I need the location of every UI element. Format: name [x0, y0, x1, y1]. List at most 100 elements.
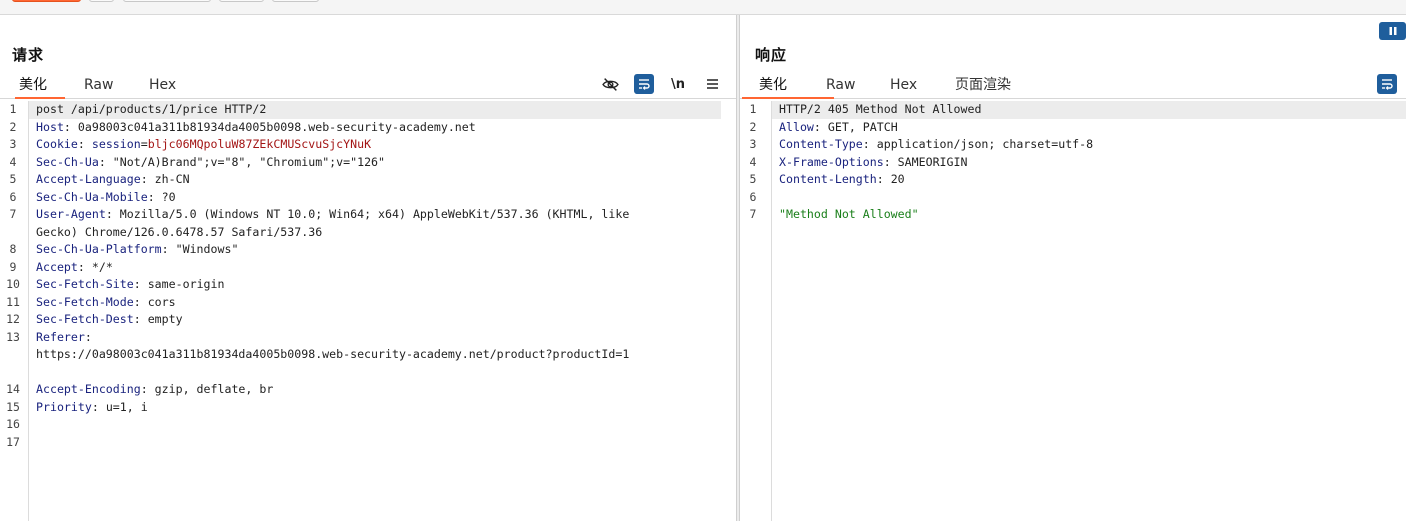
- code-text: Referer:: [29, 329, 736, 347]
- code-line[interactable]: 7 User-Agent: Mozilla/5.0 (Windows NT 10.…: [10, 206, 736, 224]
- code-line[interactable]: 7 "Method Not Allowed": [750, 206, 1406, 224]
- request-tab-pretty[interactable]: 美化: [15, 75, 65, 99]
- line-number: 15: [6, 399, 20, 414]
- code-line[interactable]: 2 Host: 0a98003c041a311b81934da4005b0098.…: [10, 119, 736, 137]
- line-number: 6: [9, 189, 17, 204]
- line-number: 5: [749, 172, 757, 186]
- header-separator: :: [105, 207, 120, 221]
- header-name: Sec-Ch-Ua-Mobile: [36, 189, 148, 204]
- line-number: 4: [749, 154, 757, 169]
- code-line[interactable]: 6 Sec-Ch-Ua-Mobile: ?0: [10, 189, 736, 207]
- header-name: Sec-Fetch-Mode: [36, 294, 134, 309]
- cookie-value: bljc06MQpoluW87ZEkCMUScvuSjcYNuK: [147, 137, 372, 151]
- code-text: Accept-Encoding: gzip, deflate, br: [29, 381, 736, 399]
- code-text: Content-Type: application/json; charset=…: [772, 136, 1406, 154]
- newline-toggle[interactable]: \n: [668, 74, 688, 94]
- code-line[interactable]: 1 HTTP/2 405 Method Not Allowed: [750, 101, 1406, 119]
- header-separator: :: [161, 242, 176, 256]
- code-line[interactable]: 14 Accept-Encoding: gzip, deflate, br: [6, 381, 736, 399]
- header-value: cors: [147, 294, 176, 309]
- header-separator: :: [91, 399, 106, 414]
- header-value: 0a98003c041a311b81934da4005b0098.web-sec…: [77, 119, 476, 134]
- header-separator: :: [77, 137, 92, 151]
- code-line[interactable]: [29, 364, 736, 382]
- header-value: */*: [91, 259, 113, 274]
- code-line[interactable]: 9 Accept: */*: [10, 259, 736, 277]
- header-value: 20: [890, 172, 905, 186]
- eye-slash-icon[interactable]: [600, 74, 620, 94]
- request-tab-hex[interactable]: Hex: [145, 75, 180, 99]
- toolbar-button-2[interactable]: [219, 0, 264, 2]
- line-number: 1: [749, 102, 757, 116]
- header-separator: :: [140, 382, 155, 396]
- header-separator: :: [84, 329, 99, 344]
- line-number: 6: [749, 189, 757, 204]
- request-editor[interactable]: 1 post /api/products/1/price HTTP/2 2 Host:…: [0, 101, 736, 521]
- header-value: "Not/A)Brand";v="8", "Chromium";v="126": [112, 154, 386, 169]
- code-line[interactable]: 12 Sec-Fetch-Dest: empty: [6, 311, 736, 329]
- response-editor[interactable]: 1 HTTP/2 405 Method Not Allowed 2 Allow: GE…: [740, 101, 1406, 521]
- header-name: User-Agent: [36, 207, 106, 221]
- code-line[interactable]: 16: [6, 416, 736, 434]
- header-value: application/json; charset=utf-8: [876, 137, 1094, 151]
- code-line[interactable]: 6: [750, 189, 1406, 207]
- code-line[interactable]: https://0a98003c041a311b81934da4005b0098…: [29, 346, 736, 364]
- code-text: Sec-Fetch-Mode: cors: [29, 294, 736, 312]
- header-name: Content-Length: [779, 172, 877, 186]
- code-text: Allow: GET, PATCH: [772, 119, 1406, 137]
- response-tab-hex[interactable]: Hex: [886, 75, 921, 99]
- code-line[interactable]: 10 Sec-Fetch-Site: same-origin: [6, 276, 736, 294]
- response-pane: 响应 美化 Raw Hex 页面渲染 1 HTTP/2 405 Method No…: [739, 15, 1406, 521]
- code-line[interactable]: 4 Sec-Ch-Ua: "Not/A)Brand";v="8", "Chromi…: [10, 154, 736, 172]
- wrapped-continuation: Gecko) Chrome/126.0.6478.57 Safari/537.3…: [36, 224, 323, 239]
- code-line[interactable]: 5 Content-Length: 20: [750, 171, 1406, 189]
- request-tab-raw[interactable]: Raw: [80, 75, 117, 99]
- code-line[interactable]: 5 Accept-Language: zh-CN: [10, 171, 736, 189]
- response-tab-pretty[interactable]: 美化: [742, 75, 834, 99]
- code-line[interactable]: 4 X-Frame-Options: SAMEORIGIN: [750, 154, 1406, 172]
- code-line[interactable]: 8 Sec-Ch-Ua-Platform: "Windows": [10, 241, 736, 259]
- header-separator: :: [813, 119, 828, 134]
- code-line[interactable]: 15 Priority: u=1, i: [6, 399, 736, 417]
- response-tab-raw[interactable]: Raw: [822, 75, 859, 99]
- settings-button[interactable]: [89, 0, 114, 2]
- code-text: User-Agent: Mozilla/5.0 (Windows NT 10.0…: [29, 206, 736, 224]
- line-number: 1: [9, 102, 17, 116]
- code-text: X-Frame-Options: SAMEORIGIN: [772, 154, 1406, 172]
- header-name: X-Frame-Options: [779, 154, 884, 169]
- code-text: Sec-Ch-Ua: "Not/A)Brand";v="8", "Chromiu…: [29, 154, 736, 172]
- code-line[interactable]: 2 Allow: GET, PATCH: [750, 119, 1406, 137]
- line-number: 2: [749, 119, 757, 134]
- header-value: Mozilla/5.0 (Windows NT 10.0; Win64; x64…: [119, 207, 630, 221]
- code-line[interactable]: 1 post /api/products/1/price HTTP/2: [10, 101, 736, 119]
- response-tab-render[interactable]: 页面渲染: [951, 75, 1015, 99]
- header-value: empty: [147, 312, 183, 326]
- code-text: Sec-Ch-Ua-Platform: "Windows": [29, 241, 736, 259]
- code-text: HTTP/2 405 Method Not Allowed: [772, 101, 1406, 119]
- code-line[interactable]: 11 Sec-Fetch-Mode: cors: [6, 294, 736, 312]
- code-line[interactable]: 13 Referer:: [6, 329, 736, 347]
- toolbar-button-1[interactable]: [123, 0, 211, 2]
- word-wrap-icon[interactable]: [634, 74, 654, 94]
- code-text: Priority: u=1, i: [29, 399, 736, 417]
- header-name: Referer: [36, 329, 85, 344]
- header-separator: :: [883, 154, 898, 169]
- header-name: Sec-Fetch-Site: [36, 277, 134, 291]
- hamburger-menu-icon[interactable]: [702, 74, 722, 94]
- code-line[interactable]: 3 Cookie: session=bljc06MQpoluW87ZEkCMUSc…: [10, 136, 736, 154]
- cookie-equals: =: [140, 137, 148, 151]
- request-lines[interactable]: 1 post /api/products/1/price HTTP/2 2 Host:…: [6, 101, 736, 452]
- pause-icon[interactable]: [1379, 22, 1406, 40]
- code-line[interactable]: Gecko) Chrome/126.0.6478.57 Safari/537.3…: [29, 224, 736, 242]
- toolbar-button-3[interactable]: [272, 0, 319, 2]
- code-line[interactable]: 17: [6, 434, 736, 452]
- header-separator: :: [77, 259, 92, 274]
- response-lines[interactable]: 1 HTTP/2 405 Method Not Allowed 2 Allow: GE…: [750, 101, 1406, 224]
- word-wrap-icon[interactable]: [1377, 74, 1397, 94]
- code-line[interactable]: 3 Content-Type: application/json; charset…: [750, 136, 1406, 154]
- send-button[interactable]: [12, 0, 81, 2]
- header-separator: :: [133, 277, 148, 291]
